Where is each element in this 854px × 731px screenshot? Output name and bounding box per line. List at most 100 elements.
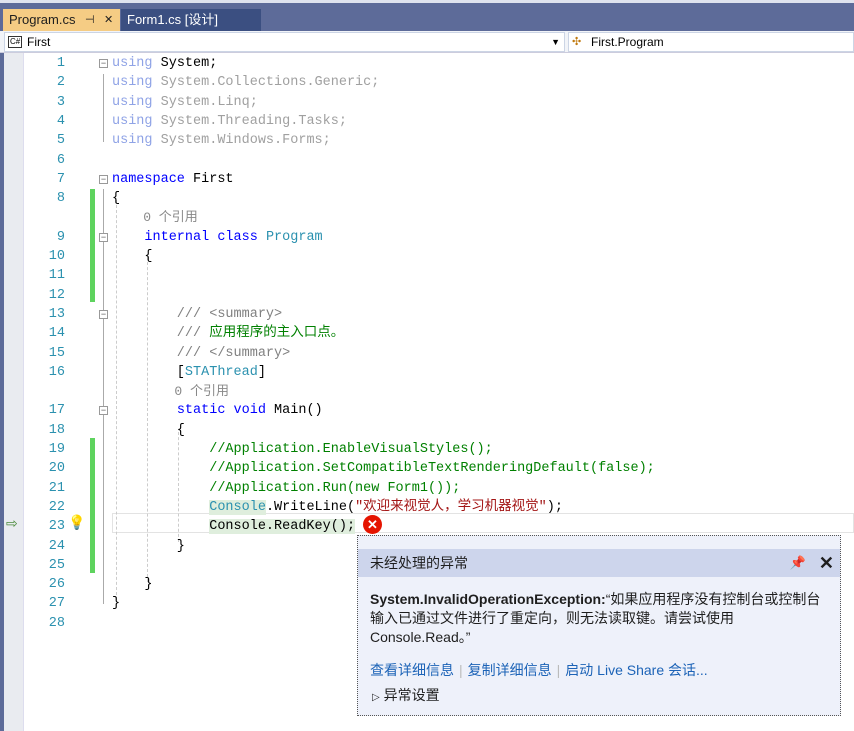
line-number: 2: [56, 75, 65, 91]
line-number: 5: [56, 133, 65, 149]
tab-program-cs[interactable]: Program.cs ⊣ ✕: [3, 9, 120, 31]
code-text: //Application.Run(new Form1());: [112, 479, 460, 498]
collapse-icon[interactable]: −: [99, 174, 108, 184]
collapse-icon[interactable]: −: [99, 406, 108, 416]
code-line[interactable]: 13 − /// <summary>: [25, 305, 854, 324]
code-line[interactable]: 6: [25, 151, 854, 170]
code-token: System.Windows.Forms;: [152, 133, 331, 149]
code-line[interactable]: 23 Console.ReadKey();: [25, 517, 854, 536]
code-line[interactable]: 2 using System.Collections.Generic;: [25, 73, 854, 92]
collapse-icon[interactable]: −: [99, 232, 108, 242]
close-icon[interactable]: ✕: [819, 549, 834, 577]
error-icon: ✕: [363, 515, 382, 534]
code-token: Main(): [265, 403, 323, 419]
line-number: 28: [48, 615, 65, 631]
code-text: using System.Windows.Forms;: [112, 131, 331, 150]
code-token: using: [112, 133, 153, 149]
line-number: 11: [48, 268, 65, 284]
project-dropdown[interactable]: C# First ▼: [4, 32, 565, 52]
collapse-icon[interactable]: −: [99, 309, 108, 319]
line-number: 10: [48, 249, 65, 264]
code-token: using: [112, 75, 153, 91]
line-number: 7: [56, 171, 65, 187]
code-token: {: [112, 191, 121, 207]
line-number: 9: [56, 229, 65, 245]
line-number: 25: [48, 557, 65, 573]
code-line[interactable]: 22 Console.WriteLine("欢迎来视觉人，学习机器视觉");: [25, 498, 854, 517]
pin-icon[interactable]: 📌: [790, 549, 806, 577]
code-line[interactable]: 9 − internal class Program: [25, 228, 854, 247]
view-details-link[interactable]: 查看详细信息: [370, 662, 454, 678]
code-token: namespace: [112, 171, 185, 187]
document-tab-bar: Program.cs ⊣ ✕ Form1.cs [设计]: [0, 0, 854, 31]
code-token: {: [112, 422, 185, 438]
codelens-row: 0 个引用: [25, 382, 854, 401]
code-token: /// <summary>: [112, 306, 283, 322]
code-line[interactable]: 16 [STAThread]: [25, 363, 854, 382]
code-token: //Application.Run(new Form1());: [112, 480, 461, 496]
type-name: First.Program: [591, 35, 664, 49]
line-number: 22: [48, 499, 65, 515]
code-token: System.Threading.Tasks;: [152, 113, 347, 129]
code-line[interactable]: 11: [25, 266, 854, 285]
code-token: STAThread: [184, 364, 258, 380]
code-token: /// </summary>: [112, 345, 291, 361]
close-icon[interactable]: ✕: [104, 9, 113, 31]
reference-count-codelens[interactable]: 0 个引用: [143, 208, 198, 227]
divider: |: [556, 662, 561, 678]
exception-settings-expander[interactable]: ▷ 异常设置: [372, 685, 440, 705]
code-line[interactable]: 10 {: [25, 247, 854, 266]
code-line[interactable]: 17 − static void Main(): [25, 401, 854, 420]
code-text: /// 应用程序的主入口点。: [112, 324, 344, 343]
code-token: .WriteLine(: [265, 499, 356, 515]
code-text: }: [112, 594, 120, 613]
code-text: namespace First: [112, 170, 234, 189]
code-line[interactable]: 15 /// </summary>: [25, 344, 854, 363]
code-line[interactable]: 19 //Application.EnableVisualStyles();: [25, 440, 854, 459]
code-line[interactable]: 5 using System.Windows.Forms;: [25, 131, 854, 150]
code-text: {: [112, 421, 185, 440]
code-text: using System.Collections.Generic;: [112, 73, 379, 92]
code-text: using System.Threading.Tasks;: [112, 112, 347, 131]
code-token: {: [112, 249, 153, 264]
exception-message: System.InvalidOperationException:“如果应用程序…: [370, 590, 830, 647]
code-line[interactable]: 21 //Application.Run(new Form1());: [25, 479, 854, 498]
navigation-bar: C# First ▼ ✣ First.Program: [0, 31, 854, 53]
popup-title: 未经处理的异常: [370, 555, 468, 571]
type-dropdown[interactable]: ✣ First.Program: [568, 32, 854, 52]
lightbulb-icon[interactable]: 💡: [68, 514, 85, 531]
code-line[interactable]: 8{: [25, 189, 854, 208]
chevron-down-icon[interactable]: ▼: [551, 33, 560, 51]
line-number: 20: [48, 461, 65, 477]
reference-count-codelens[interactable]: 0 个引用: [174, 382, 229, 401]
line-number: 14: [48, 326, 65, 342]
pin-icon[interactable]: ⊣: [85, 9, 95, 31]
window-edge: [0, 53, 4, 731]
copy-details-link[interactable]: 复制详细信息: [468, 662, 552, 678]
code-token: Program: [265, 229, 323, 245]
start-live-share-link[interactable]: 启动 Live Share 会话...: [565, 662, 707, 678]
code-text: {: [112, 247, 153, 266]
code-token: void: [233, 403, 266, 419]
code-line[interactable]: 18 {: [25, 421, 854, 440]
tab-form1-designer[interactable]: Form1.cs [设计]: [121, 9, 261, 31]
class-icon: ✣: [572, 36, 582, 48]
line-number: 24: [48, 538, 65, 554]
code-line[interactable]: 20 //Application.SetCompatibleTextRender…: [25, 459, 854, 478]
project-name: First: [27, 35, 51, 49]
code-line[interactable]: 14 /// 应用程序的主入口点。: [25, 324, 854, 343]
csharp-project-icon: C#: [8, 36, 23, 48]
code-line[interactable]: 7 − namespace First: [25, 170, 854, 189]
codelens-row: 0 个引用: [25, 208, 854, 227]
collapse-icon[interactable]: −: [99, 59, 108, 68]
code-line[interactable]: 4 using System.Threading.Tasks;: [25, 112, 854, 131]
code-text: /// </summary>: [112, 344, 290, 363]
code-text: /// <summary>: [112, 305, 282, 324]
code-line[interactable]: 12: [25, 286, 854, 305]
line-number: 1: [56, 56, 65, 71]
code-line[interactable]: 1 − using System;: [25, 54, 854, 73]
line-number: 19: [48, 442, 65, 457]
code-token: static: [176, 403, 226, 419]
code-line[interactable]: 3 using System.Linq;: [25, 93, 854, 112]
code-text: //Application.SetCompatibleTextRendering…: [112, 459, 655, 478]
